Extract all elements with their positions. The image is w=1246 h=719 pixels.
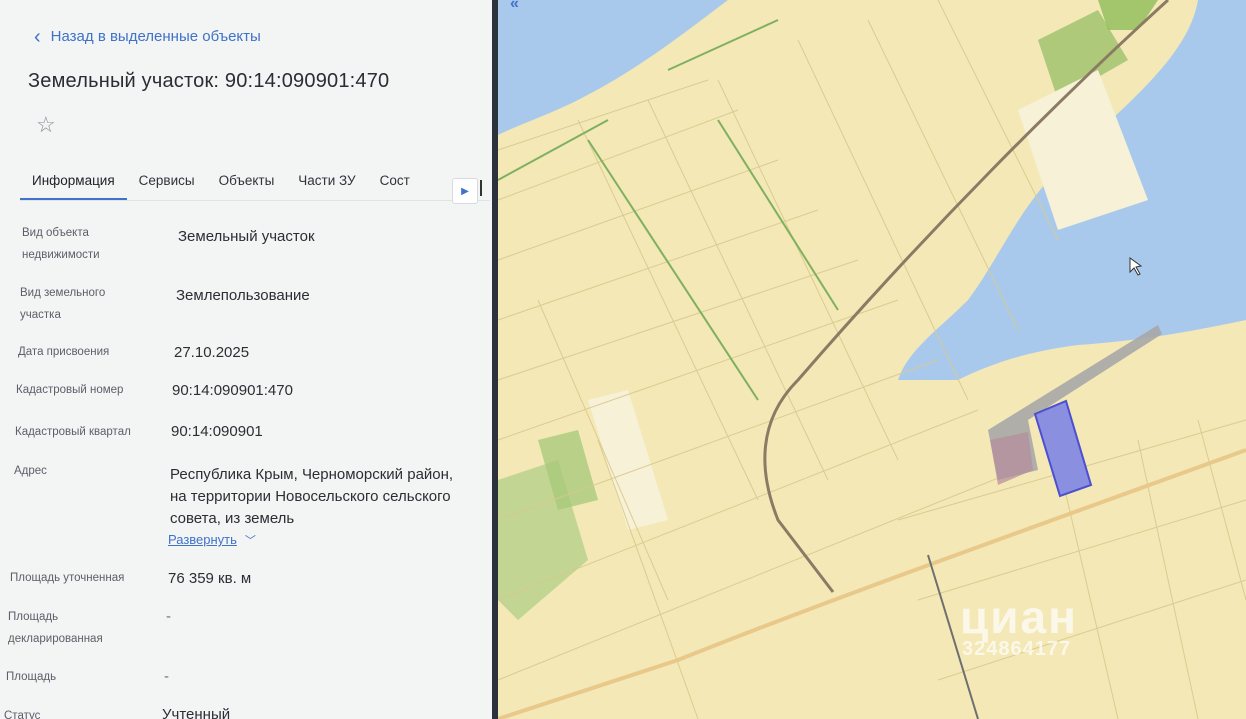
field-label-address: Адрес bbox=[14, 465, 47, 477]
star-icon[interactable]: ☆ bbox=[36, 112, 56, 138]
field-label-area-specified: Площадь уточненная bbox=[10, 572, 125, 584]
cadastral-map[interactable] bbox=[498, 0, 1246, 719]
field-label-area: Площадь bbox=[6, 671, 57, 683]
back-label: Назад в выделенные объекты bbox=[50, 28, 261, 45]
page-title: Земельный участок: 90:14:090901:470 bbox=[28, 70, 390, 92]
tab-composition[interactable]: Соста bbox=[368, 173, 410, 200]
expand-label: Развернуть bbox=[168, 532, 237, 547]
field-label-status: Статус bbox=[4, 710, 41, 719]
tab-info[interactable]: Информация bbox=[20, 173, 127, 200]
field-label-object-type: Вид объекта недвижимости bbox=[22, 227, 100, 261]
chevron-down-icon: ﹀ bbox=[244, 535, 256, 547]
field-label-land-type: Вид земельного участка bbox=[20, 287, 106, 321]
field-value-address: Республика Крым, Черноморский район, на … bbox=[170, 466, 454, 527]
tab-services[interactable]: Сервисы bbox=[127, 173, 207, 200]
field-value-date: 27.10.2025 bbox=[174, 344, 250, 361]
back-link[interactable]: ‹ Назад в выделенные объекты bbox=[34, 25, 261, 48]
collapse-panel-icon[interactable]: « bbox=[510, 0, 544, 14]
field-value-area-declared: - bbox=[166, 608, 171, 625]
field-value-object-type: Земельный участок bbox=[178, 228, 315, 245]
field-value-area: - bbox=[164, 668, 169, 685]
expand-link[interactable]: Развернуть ﹀ bbox=[168, 532, 256, 548]
field-value-area-specified: 76 359 кв. м bbox=[168, 570, 252, 587]
info-panel: ‹ Назад в выделенные объекты Земельный у… bbox=[0, 0, 492, 719]
tab-bar: Информация Сервисы Объекты Части ЗУ Сост… bbox=[20, 160, 490, 201]
field-label-cadastral-number: Кадастровый номер bbox=[16, 384, 124, 396]
field-value-cadastral-number: 90:14:090901:470 bbox=[172, 382, 293, 399]
field-label-cadastral-block: Кадастровый квартал bbox=[15, 426, 131, 438]
watermark-id: 324864177 bbox=[962, 638, 1072, 660]
tab-parts[interactable]: Части ЗУ bbox=[286, 173, 367, 200]
field-value-status: Учтенный bbox=[162, 706, 231, 719]
tab-overflow-edge bbox=[480, 180, 482, 196]
tab-scroll-right-icon[interactable]: ▶ bbox=[452, 178, 478, 204]
watermark-text: циан bbox=[960, 591, 1078, 643]
tab-objects[interactable]: Объекты bbox=[207, 173, 287, 200]
field-value-cadastral-block: 90:14:090901 bbox=[171, 423, 263, 440]
field-label-area-declared: Площадь декларированная bbox=[8, 611, 103, 645]
field-label-date: Дата присвоения bbox=[18, 346, 110, 358]
chevron-left-icon: ‹ bbox=[34, 25, 41, 48]
field-value-land-type: Землепользование bbox=[176, 287, 310, 304]
